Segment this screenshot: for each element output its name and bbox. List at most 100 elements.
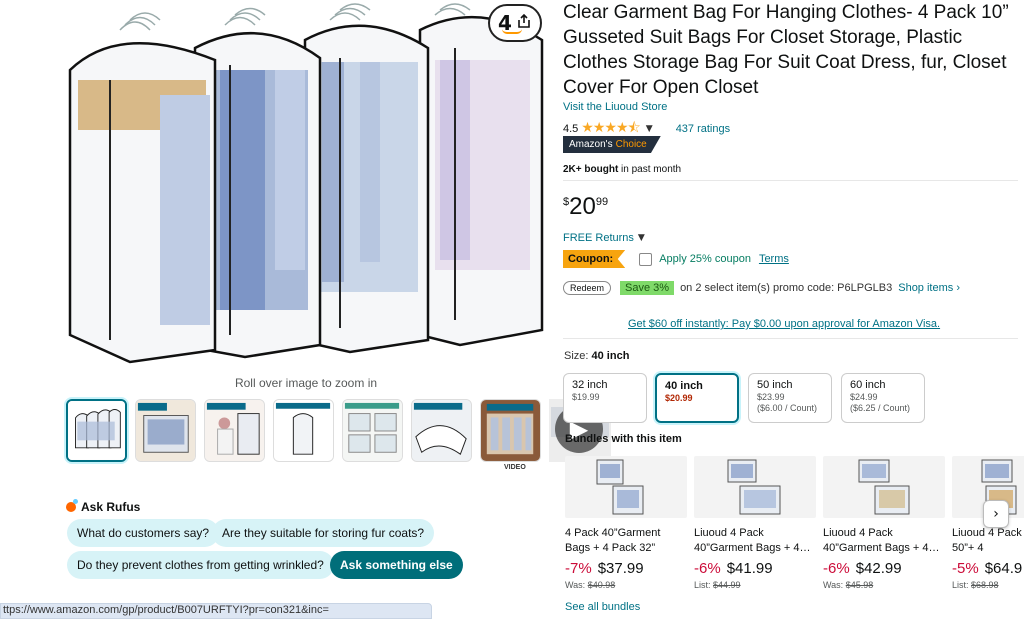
bundle-name[interactable]: 4 Pack 40”Garment Bags + 4 Pack 32” Gar… bbox=[565, 526, 687, 556]
coupon-row: Coupon: Apply 25% coupon Terms bbox=[563, 250, 789, 268]
bundle-card[interactable]: Liuoud 4 Pack 40”Garment Bags + 4… -6% $… bbox=[823, 456, 945, 590]
bundle-was-label: Was: bbox=[823, 580, 844, 590]
size-selected: 40 inch bbox=[591, 350, 630, 362]
zoom-hint: Roll over image to zoom in bbox=[234, 376, 378, 390]
free-returns-label: FREE Returns bbox=[563, 232, 634, 244]
bundle-price-row: -6% $41.99 bbox=[694, 560, 816, 577]
bundle-was-value: $44.99 bbox=[713, 580, 741, 590]
size-option-price: $20.99 bbox=[665, 393, 693, 403]
smile-arc-icon bbox=[502, 29, 522, 34]
bundle-was-label: Was: bbox=[565, 580, 586, 590]
bundle-name[interactable]: Liuoud 4 Pack Pack 50”+ 4 bbox=[952, 526, 1024, 556]
promo-text: on 2 select item(s) promo code: P6LPGLB3 bbox=[680, 282, 893, 294]
rufus-chip-fur-coats[interactable]: Are they suitable for storing fur coats? bbox=[212, 519, 435, 547]
store-link[interactable]: Visit the Liuoud Store bbox=[563, 101, 667, 113]
size-option-price: $19.99 bbox=[572, 392, 600, 402]
price-whole: 20 bbox=[569, 193, 596, 220]
size-option-40-inch[interactable]: 40 inch $20.99 bbox=[655, 373, 739, 423]
rufus-title: Ask Rufus bbox=[66, 499, 141, 514]
size-option-unit: ($6.00 / Count) bbox=[757, 403, 818, 413]
bundle-discount: -6% bbox=[823, 560, 850, 577]
share-button[interactable]: 4 bbox=[488, 4, 542, 42]
bundle-was-value: $68.98 bbox=[971, 580, 999, 590]
size-option-50-inch[interactable]: 50 inch $23.99 ($6.00 / Count) bbox=[748, 373, 832, 423]
chevron-right-icon[interactable]: › bbox=[983, 500, 1009, 528]
choice-badge-label: Amazon's bbox=[569, 139, 613, 150]
garment-bag-illustration bbox=[68, 3, 544, 364]
size-option-60-inch[interactable]: 60 inch $24.99 ($6.25 / Count) bbox=[841, 373, 925, 423]
thumbnail-3[interactable] bbox=[204, 399, 265, 462]
bought-in-past-month: 2K+ bought in past month bbox=[563, 164, 681, 175]
size-option-name: 50 inch bbox=[757, 379, 793, 391]
bundle-image[interactable] bbox=[823, 456, 945, 518]
see-all-bundles-link[interactable]: See all bundles bbox=[565, 601, 640, 613]
size-option-price: $24.99 bbox=[850, 392, 878, 402]
size-option-32-inch[interactable]: 32 inch $19.99 bbox=[563, 373, 647, 423]
size-option-name: 40 inch bbox=[665, 380, 703, 392]
size-option-unit: ($6.25 / Count) bbox=[850, 403, 911, 413]
bundles-title: Bundles with this item bbox=[565, 433, 682, 445]
bundle-was-value: $40.98 bbox=[587, 580, 616, 590]
divider bbox=[563, 180, 1018, 181]
amazons-choice-badge[interactable]: Amazon's Choice bbox=[563, 136, 661, 153]
price: $ 20 99 bbox=[563, 193, 608, 221]
thumbnail-6[interactable] bbox=[411, 399, 472, 462]
coupon-terms-link[interactable]: Terms bbox=[759, 253, 789, 265]
save-badge: Save 3% bbox=[620, 281, 675, 295]
status-bar-url: ttps://www.amazon.com/gp/product/B007URF… bbox=[0, 603, 432, 619]
shop-items-link[interactable]: Shop items › bbox=[898, 282, 960, 294]
bundle-was-value: $45.98 bbox=[845, 580, 874, 590]
chevron-down-icon[interactable]: ▼ bbox=[646, 124, 653, 134]
bundle-price-row: -6% $42.99 bbox=[823, 560, 945, 577]
chevron-down-icon: ▼ bbox=[637, 233, 645, 243]
thumbnail-7[interactable] bbox=[480, 399, 541, 462]
ratings-count-link[interactable]: 437 ratings bbox=[676, 123, 730, 135]
bundle-was-label: List: bbox=[694, 580, 711, 590]
coupon-text[interactable]: Apply 25% coupon bbox=[659, 253, 751, 265]
size-option-price: $23.99 bbox=[757, 392, 785, 402]
bundle-discount: -6% bbox=[694, 560, 721, 577]
bundle-price: $41.99 bbox=[726, 560, 773, 577]
bundle-card[interactable]: 4 Pack 40”Garment Bags + 4 Pack 32” Gar…… bbox=[565, 456, 687, 590]
thumbnail-4[interactable] bbox=[273, 399, 334, 462]
bundle-was-price: List: $68.98 bbox=[952, 580, 1024, 590]
size-option-name: 60 inch bbox=[850, 379, 886, 391]
bundle-was-price: Was: $45.98 bbox=[823, 580, 945, 590]
main-product-image[interactable] bbox=[60, 0, 550, 370]
bundle-image[interactable] bbox=[565, 456, 687, 518]
bundle-price: $42.99 bbox=[855, 560, 902, 577]
thumbnail-1[interactable] bbox=[66, 399, 127, 462]
rufus-title-text: Ask Rufus bbox=[81, 500, 141, 514]
bundle-was-price: List: $44.99 bbox=[694, 580, 816, 590]
redeem-button[interactable]: Redeem bbox=[563, 281, 612, 295]
promo-row: Redeem Save 3% on 2 select item(s) promo… bbox=[563, 281, 960, 295]
bundle-price: $64.9 bbox=[984, 560, 1023, 577]
rating-value: 4.5 bbox=[563, 123, 579, 135]
rufus-chip-customers-say[interactable]: What do customers say? bbox=[67, 519, 220, 547]
bundle-name[interactable]: Liuoud 4 Pack 40”Garment Bags + 4… bbox=[694, 526, 816, 556]
bundle-price-row: -7% $37.99 bbox=[565, 560, 687, 577]
bundle-was-price: Was: $40.98 bbox=[565, 580, 687, 590]
free-returns-link[interactable]: FREE Returns ▼ bbox=[563, 232, 645, 244]
bought-count: 2K+ bought bbox=[563, 164, 619, 175]
video-label: VIDEO bbox=[504, 464, 526, 471]
bundle-price: $37.99 bbox=[597, 560, 644, 577]
bundle-image[interactable] bbox=[694, 456, 816, 518]
rufus-chip-wrinkled[interactable]: Do they prevent clothes from getting wri… bbox=[67, 551, 334, 579]
bundle-discount: -7% bbox=[565, 560, 592, 577]
divider bbox=[563, 338, 1018, 339]
rufus-ask-something-else-button[interactable]: Ask something else bbox=[330, 551, 463, 579]
thumbnail-5[interactable] bbox=[342, 399, 403, 462]
bundle-discount: -5% bbox=[952, 560, 979, 577]
product-title: Clear Garment Bag For Hanging Clothes- 4… bbox=[563, 2, 1009, 98]
bundle-card[interactable]: Liuoud 4 Pack 40”Garment Bags + 4… -6% $… bbox=[694, 456, 816, 590]
rufus-icon bbox=[66, 499, 78, 512]
visa-offer-link[interactable]: Get $60 off instantly: Pay $0.00 upon ap… bbox=[628, 318, 940, 330]
size-label-prefix: Size: bbox=[564, 350, 592, 362]
size-option-name: 32 inch bbox=[572, 379, 608, 391]
coupon-badge: Coupon: bbox=[563, 250, 626, 268]
coupon-checkbox[interactable] bbox=[639, 252, 653, 266]
thumbnail-2[interactable] bbox=[135, 399, 196, 462]
bundle-name[interactable]: Liuoud 4 Pack 40”Garment Bags + 4… bbox=[823, 526, 945, 556]
choice-badge-label-2: Choice bbox=[615, 139, 647, 150]
